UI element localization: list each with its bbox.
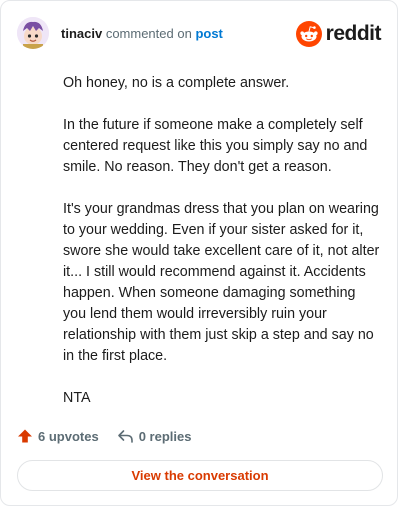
commented-on-text: commented on: [105, 26, 192, 41]
reddit-snoo-icon: [295, 21, 322, 47]
upvote-count: 6 upvotes: [38, 428, 99, 444]
comment-paragraph: Oh honey, no is a complete answer.: [63, 75, 290, 91]
reddit-wordmark: reddit: [325, 22, 382, 45]
user-avatar[interactable]: [17, 17, 49, 49]
comment-body: Oh honey, no is a complete answer. In th…: [63, 73, 381, 430]
upvote-arrow-icon: [18, 429, 32, 443]
reply-button[interactable]: 0 replies: [117, 428, 192, 444]
avatar-icon: [17, 17, 49, 49]
comment-card: tinaciv commented on post reddit Oh hone…: [0, 0, 398, 506]
reddit-logo[interactable]: reddit: [295, 20, 382, 48]
comment-paragraph: It's your grandmas dress that you plan o…: [63, 201, 380, 364]
comment-header: tinaciv commented on post reddit: [17, 17, 382, 51]
reply-count: 0 replies: [138, 428, 192, 444]
comment-actions: 6 upvotes 0 replies: [17, 425, 209, 447]
comment-paragraph: NTA: [63, 390, 91, 406]
view-conversation-button[interactable]: View the conversation: [17, 460, 383, 491]
comment-paragraph: In the future if someone make a complete…: [63, 117, 368, 175]
upvote-button[interactable]: 6 upvotes: [17, 428, 99, 444]
reply-arrow-icon: [117, 430, 133, 443]
post-link[interactable]: post: [195, 26, 222, 41]
username-link[interactable]: tinaciv: [61, 26, 102, 41]
comment-byline: tinaciv commented on post: [61, 26, 223, 42]
